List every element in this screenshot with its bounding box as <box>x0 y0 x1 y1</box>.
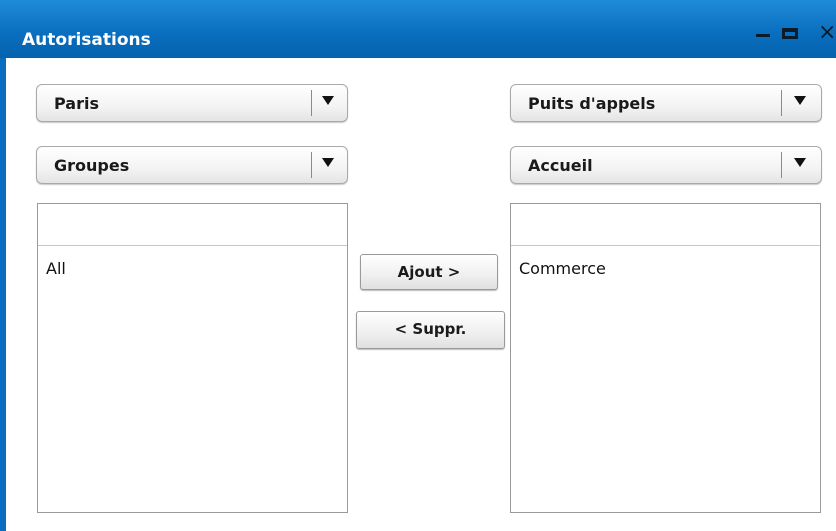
chevron-down-icon[interactable] <box>322 158 334 167</box>
available-list-filter[interactable] <box>38 204 347 246</box>
close-icon[interactable]: × <box>818 22 836 44</box>
select-divider <box>311 152 312 178</box>
window-border <box>0 58 6 531</box>
remove-button[interactable]: < Suppr. <box>356 311 505 349</box>
title-bar[interactable]: Autorisations × <box>0 0 836 58</box>
add-button[interactable]: Ajout > <box>360 254 498 290</box>
queue-select-value: Puits d'appels <box>528 94 656 113</box>
select-divider <box>781 90 782 116</box>
site-select-value: Paris <box>54 94 99 113</box>
assigned-list-filter[interactable] <box>511 204 820 246</box>
select-divider <box>311 90 312 116</box>
available-list[interactable]: All <box>37 203 348 513</box>
type-select-value: Groupes <box>54 156 130 175</box>
window-title: Autorisations <box>22 30 151 50</box>
list-item[interactable]: All <box>46 259 66 278</box>
group-select-value: Accueil <box>528 156 593 175</box>
maximize-icon[interactable] <box>782 28 798 39</box>
select-divider <box>781 152 782 178</box>
type-select[interactable]: Groupes <box>36 146 348 184</box>
list-item[interactable]: Commerce <box>519 259 606 278</box>
assigned-list[interactable]: Commerce <box>510 203 821 513</box>
site-select[interactable]: Paris <box>36 84 348 122</box>
chevron-down-icon[interactable] <box>322 96 334 105</box>
queue-select[interactable]: Puits d'appels <box>510 84 822 122</box>
chevron-down-icon[interactable] <box>794 96 806 105</box>
minimize-icon[interactable] <box>756 34 770 37</box>
autorisations-window: Autorisations × Paris Groupes All Ajout … <box>0 0 836 531</box>
chevron-down-icon[interactable] <box>794 158 806 167</box>
group-select[interactable]: Accueil <box>510 146 822 184</box>
